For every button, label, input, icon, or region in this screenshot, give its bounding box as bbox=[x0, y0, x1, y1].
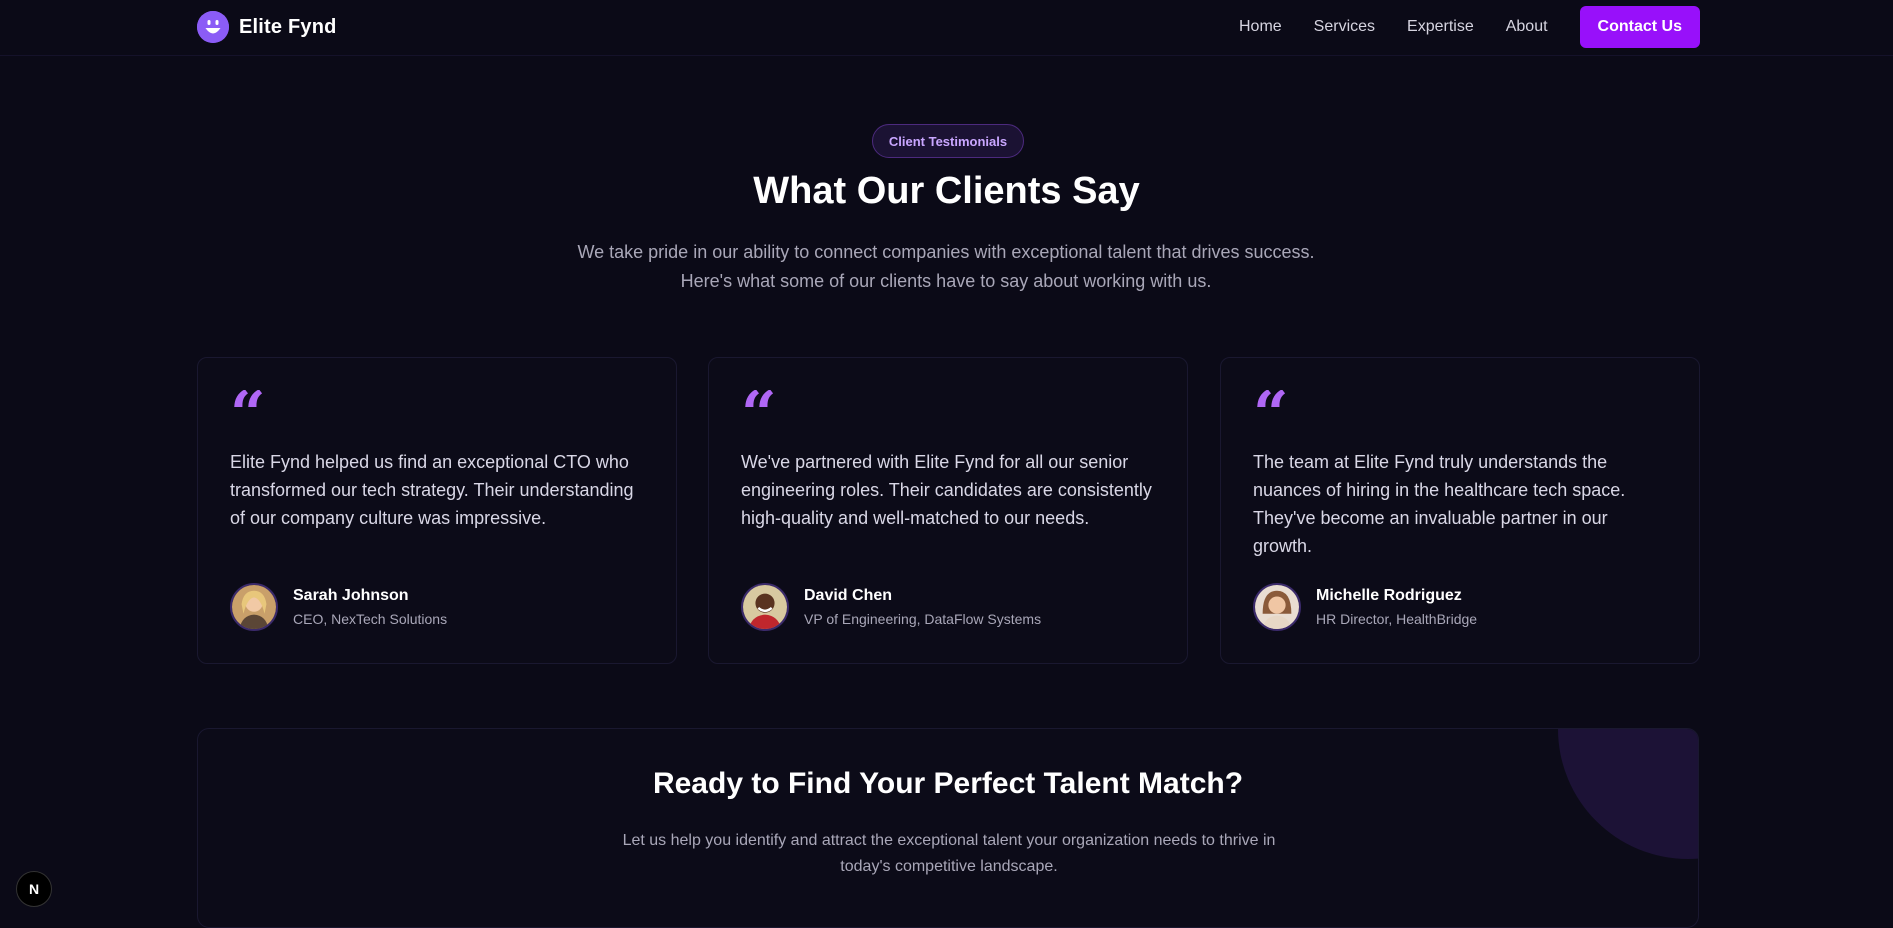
author-name: Sarah Johnson bbox=[293, 587, 409, 604]
brand-logo-link[interactable]: Elite Fynd bbox=[197, 11, 337, 43]
testimonial-author: David Chen VP of Engineering, DataFlow S… bbox=[741, 583, 1041, 631]
testimonial-card: “ Elite Fynd helped us find an exception… bbox=[197, 357, 677, 664]
testimonial-author: Sarah Johnson CEO, NexTech Solutions bbox=[230, 583, 447, 631]
section-title: What Our Clients Say bbox=[753, 170, 1140, 212]
next-dev-indicator-button[interactable]: N bbox=[16, 871, 52, 907]
nav-link-services[interactable]: Services bbox=[1314, 18, 1375, 36]
avatar bbox=[230, 583, 278, 631]
avatar bbox=[1253, 583, 1301, 631]
cta-subtitle-line-2: today's competitive landscape. bbox=[840, 858, 1058, 875]
top-navbar: Elite Fynd Home Services Expertise About… bbox=[0, 0, 1893, 56]
testimonial-quote: The team at Elite Fynd truly understands… bbox=[1253, 452, 1626, 556]
cta-section: Ready to Find Your Perfect Talent Match?… bbox=[197, 728, 1699, 928]
author-role: VP of Engineering, DataFlow Systems bbox=[804, 611, 1042, 627]
quote-icon: “ bbox=[741, 390, 777, 430]
author-name: Michelle Rodriguez bbox=[1316, 587, 1462, 604]
contact-us-button[interactable]: Contact Us bbox=[1579, 6, 1700, 48]
nav-link-expertise[interactable]: Expertise bbox=[1407, 18, 1474, 36]
section-badge: Client Testimonials bbox=[872, 124, 1024, 158]
avatar bbox=[741, 583, 789, 631]
nav-links: Home Services Expertise About Contact Us bbox=[1239, 6, 1700, 48]
testimonial-card: “ We've partnered with Elite Fynd for al… bbox=[708, 357, 1188, 664]
nav-link-about[interactable]: About bbox=[1506, 18, 1548, 36]
testimonial-quote: We've partnered with Elite Fynd for all … bbox=[741, 452, 1152, 528]
cta-title: Ready to Find Your Perfect Talent Match? bbox=[652, 767, 1244, 800]
quote-icon: “ bbox=[1253, 390, 1289, 430]
nav-link-home[interactable]: Home bbox=[1239, 18, 1282, 36]
section-subtitle-line-1: We take pride in our ability to connect … bbox=[577, 242, 1315, 262]
section-subtitle: We take pride in our ability to connect … bbox=[546, 238, 1346, 296]
cta-subtitle-line-1: Let us help you identify and attract the… bbox=[622, 832, 1276, 849]
testimonial-author: Michelle Rodriguez HR Director, HealthBr… bbox=[1253, 583, 1477, 631]
cta-subtitle: Let us help you identify and attract the… bbox=[599, 828, 1299, 880]
author-role: CEO, NexTech Solutions bbox=[293, 611, 448, 627]
testimonial-card: “ The team at Elite Fynd truly understan… bbox=[1220, 357, 1700, 664]
author-name: David Chen bbox=[804, 587, 893, 604]
testimonial-quote: Elite Fynd helped us find an exceptional… bbox=[230, 452, 634, 528]
brand-name: Elite Fynd bbox=[239, 15, 337, 38]
author-role: HR Director, HealthBridge bbox=[1316, 611, 1478, 627]
smiley-icon bbox=[197, 11, 229, 43]
quote-icon: “ bbox=[230, 390, 266, 430]
section-subtitle-line-2: Here's what some of our clients have to … bbox=[680, 271, 1212, 291]
